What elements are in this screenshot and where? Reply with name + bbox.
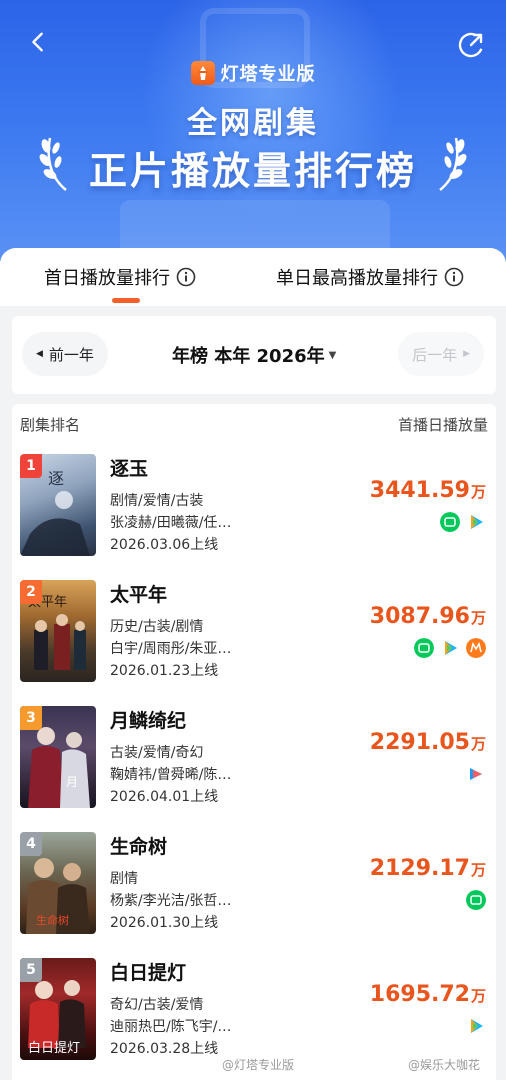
drama-title: 白日提灯 [110,962,187,984]
tab-label: 首日播放量排行 [44,268,170,289]
year-selector: ◀ 前一年 年榜 本年 2026年 ▼ 后一年 ▶ [12,316,496,394]
column-plays-header: 首播日播放量 [397,416,488,434]
drama-cast: 张凌赫/田曦薇/任… [110,515,232,531]
drama-genre: 奇幻/古装/爱情 [110,997,204,1013]
platform-icons [466,1016,486,1036]
drama-genre: 古装/爱情/奇幻 [110,745,204,761]
first-day-plays: 2291.05万 [369,730,486,755]
next-year-label: 后一年 [412,345,458,364]
tab-label: 单日最高播放量排行 [276,268,438,289]
poster-image: 生命树 4 [20,832,96,934]
svg-text:白日提灯: 白日提灯 [28,1040,80,1056]
rank-badge: 5 [20,958,42,982]
platform-icons [466,890,486,910]
info-icon[interactable] [176,267,196,287]
first-day-plays: 3441.59万 [369,478,486,503]
platform-icons [414,638,486,658]
list-item[interactable]: 生命树 4 生命树 剧情 杨紫/李光洁/张哲… 2026.01.30上线 212… [12,828,496,954]
year-dropdown[interactable]: 年榜 本年 2026年 ▼ [172,342,336,368]
poster-image: 逐 1 [20,454,96,556]
tencent-video-icon [471,1019,483,1033]
watermark: @娱乐大咖花 [408,1058,481,1072]
platform-icons [440,512,486,532]
release-date: 2026.03.28上线 [110,1041,219,1057]
drama-cast: 迪丽热巴/陈飞宇/… [110,1019,232,1035]
drama-title: 逐玉 [110,458,149,480]
next-year-button[interactable]: 后一年 ▶ [398,332,484,376]
info-icon[interactable] [444,267,464,287]
drama-cast: 鞠婧祎/曾舜晞/陈… [110,767,232,783]
mango-tv-icon [466,638,486,658]
caret-down-icon: ▼ [328,349,337,361]
tab-single-day-max-plays[interactable]: 单日最高播放量排行 [276,264,464,290]
triangle-left-icon: ◀ [36,349,43,359]
iqiyi-icon [414,638,434,658]
prev-year-button[interactable]: ◀ 前一年 [22,332,108,376]
list-item[interactable]: 逐 1 逐玉 剧情/爱情/古装 张凌赫/田曦薇/任… 2026.03.06上线 … [12,450,496,576]
first-day-plays: 3087.96万 [369,604,486,629]
list-item[interactable]: 太平年 2 太平年 历史/古装/剧情 白宇/周雨彤/朱亚… 2026.01.23… [12,576,496,702]
column-rank-header: 剧集排名 [20,416,81,434]
brand: 灯塔专业版 [0,60,506,86]
rank-badge: 4 [20,832,42,856]
drama-title: 太平年 [110,584,168,606]
youku-icon [470,768,482,780]
year-dropdown-label: 年榜 本年 2026年 [172,346,325,367]
lighthouse-logo-icon [190,61,215,85]
rank-badge: 3 [20,706,42,730]
back-button[interactable] [22,26,54,58]
chevron-left-icon [32,32,43,52]
tab-first-day-plays[interactable]: 首日播放量排行 [44,264,196,290]
drama-genre: 历史/古装/剧情 [110,619,204,635]
laurel-right-icon [439,137,467,191]
drama-genre: 剧情 [110,871,138,887]
release-date: 2026.01.23上线 [110,663,219,679]
poster-image: 太平年 2 [20,580,96,682]
ranking-tabs: 首日播放量排行 单日最高播放量排行 [0,248,506,306]
rank-badge: 2 [20,580,42,604]
tencent-video-icon [445,641,457,655]
list-header: 剧集排名 首播日播放量 [12,404,496,444]
poster-image: 月 3 [20,706,96,808]
watermark: @灯塔专业版 [222,1058,295,1072]
rank-badge: 1 [20,454,42,478]
active-tab-indicator [112,298,140,303]
list-item[interactable]: 月 3 月鳞绮纪 古装/爱情/奇幻 鞠婧祎/曾舜晞/陈… 2026.04.01上… [12,702,496,828]
drama-genre: 剧情/爱情/古装 [110,493,204,509]
first-day-plays: 2129.17万 [369,856,486,881]
drama-cast: 杨紫/李光洁/张哲… [110,893,232,909]
release-date: 2026.03.06上线 [110,537,219,553]
divider [0,306,506,316]
page-header: 灯塔专业版 全网剧集 正片播放量排行榜 [0,0,506,262]
svg-text:月: 月 [66,775,78,789]
prev-year-label: 前一年 [48,345,94,364]
poster-image: 白日提灯 5 [20,958,96,1060]
drama-title: 生命树 [110,836,168,858]
drama-cast: 白宇/周雨彤/朱亚… [110,641,232,657]
svg-text:逐: 逐 [48,469,64,488]
ranking-list: 剧集排名 首播日播放量 逐 1 逐玉 剧情/爱情/古装 张凌赫/田曦薇/任… 2… [12,404,496,1080]
drama-title: 月鳞绮纪 [110,710,187,732]
iqiyi-icon [466,890,486,910]
release-date: 2026.04.01上线 [110,789,219,805]
iqiyi-icon [440,512,460,532]
laurel-left-icon [39,137,67,191]
brand-name: 灯塔专业版 [220,64,316,85]
triangle-right-icon: ▶ [463,349,470,359]
share-icon[interactable] [456,30,486,60]
tencent-video-icon [471,515,483,529]
first-day-plays: 1695.72万 [369,982,486,1007]
release-date: 2026.01.30上线 [110,915,219,931]
svg-text:生命树: 生命树 [36,913,69,927]
platform-icons [466,764,486,784]
